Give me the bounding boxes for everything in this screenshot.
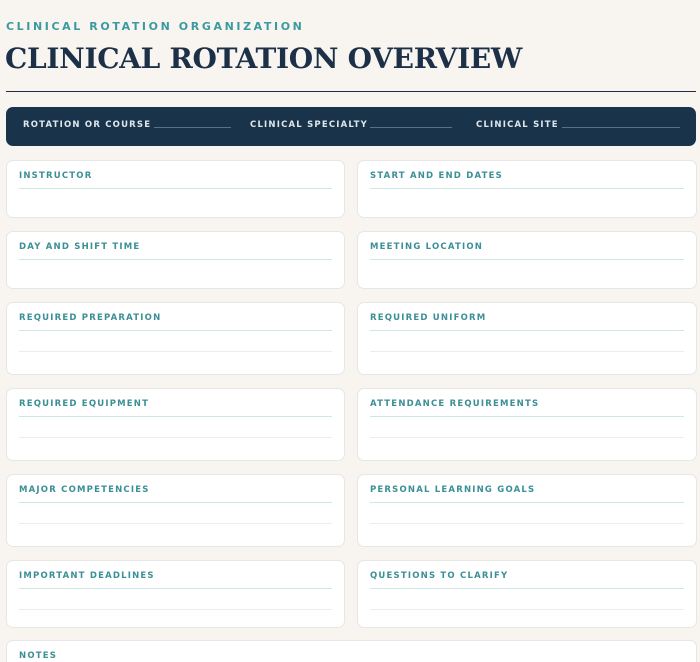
preparation-label: REQUIRED PREPARATION (19, 313, 162, 323)
write-line (370, 609, 684, 610)
rotation-input-line (154, 127, 231, 128)
write-line (19, 188, 332, 189)
write-line (19, 502, 332, 503)
site-field[interactable]: CLINICAL SITE (476, 107, 680, 146)
specialty-label: CLINICAL SPECIALTY (250, 120, 368, 130)
write-line (19, 351, 332, 352)
title-divider (6, 91, 696, 92)
write-line (370, 330, 684, 331)
write-line (19, 523, 332, 524)
write-line (370, 437, 684, 438)
questions-label: QUESTIONS TO CLARIFY (370, 571, 509, 581)
meeting-card[interactable]: MEETING LOCATION (357, 231, 697, 289)
notes-card[interactable]: NOTES (6, 640, 697, 662)
uniform-card[interactable]: REQUIRED UNIFORM (357, 302, 697, 375)
write-line (370, 523, 684, 524)
write-line (370, 588, 684, 589)
competencies-label: MAJOR COMPETENCIES (19, 485, 150, 495)
deadlines-card[interactable]: IMPORTANT DEADLINES (6, 560, 345, 628)
rotation-label: ROTATION OR COURSE (23, 120, 152, 130)
eyebrow-heading: CLINICAL ROTATION ORGANIZATION (6, 20, 305, 33)
site-label: CLINICAL SITE (476, 120, 559, 130)
equipment-label: REQUIRED EQUIPMENT (19, 399, 150, 409)
write-line (370, 416, 684, 417)
attendance-card[interactable]: ATTENDANCE REQUIREMENTS (357, 388, 697, 461)
write-line (19, 437, 332, 438)
goals-card[interactable]: PERSONAL LEARNING GOALS (357, 474, 697, 547)
specialty-field[interactable]: CLINICAL SPECIALTY (250, 107, 452, 146)
write-line (370, 188, 684, 189)
shift-card[interactable]: DAY AND SHIFT TIME (6, 231, 345, 289)
info-bar: ROTATION OR COURSE CLINICAL SPECIALTY CL… (6, 107, 696, 146)
dates-label: START AND END DATES (370, 171, 503, 181)
write-line (19, 259, 332, 260)
preparation-card[interactable]: REQUIRED PREPARATION (6, 302, 345, 375)
meeting-label: MEETING LOCATION (370, 242, 484, 252)
dates-card[interactable]: START AND END DATES (357, 160, 697, 218)
write-line (19, 588, 332, 589)
notes-label: NOTES (19, 651, 58, 661)
uniform-label: REQUIRED UNIFORM (370, 313, 487, 323)
rotation-field[interactable]: ROTATION OR COURSE (23, 107, 231, 146)
write-line (370, 259, 684, 260)
equipment-card[interactable]: REQUIRED EQUIPMENT (6, 388, 345, 461)
deadlines-label: IMPORTANT DEADLINES (19, 571, 155, 581)
write-line (19, 416, 332, 417)
attendance-label: ATTENDANCE REQUIREMENTS (370, 399, 540, 409)
write-line (370, 502, 684, 503)
instructor-label: INSTRUCTOR (19, 171, 93, 181)
questions-card[interactable]: QUESTIONS TO CLARIFY (357, 560, 697, 628)
competencies-card[interactable]: MAJOR COMPETENCIES (6, 474, 345, 547)
write-line (370, 351, 684, 352)
shift-label: DAY AND SHIFT TIME (19, 242, 141, 252)
write-line (19, 609, 332, 610)
goals-label: PERSONAL LEARNING GOALS (370, 485, 536, 495)
page-title: CLINICAL ROTATION OVERVIEW (5, 42, 523, 75)
instructor-card[interactable]: INSTRUCTOR (6, 160, 345, 218)
write-line (19, 330, 332, 331)
specialty-input-line (370, 127, 452, 128)
site-input-line (562, 127, 680, 128)
